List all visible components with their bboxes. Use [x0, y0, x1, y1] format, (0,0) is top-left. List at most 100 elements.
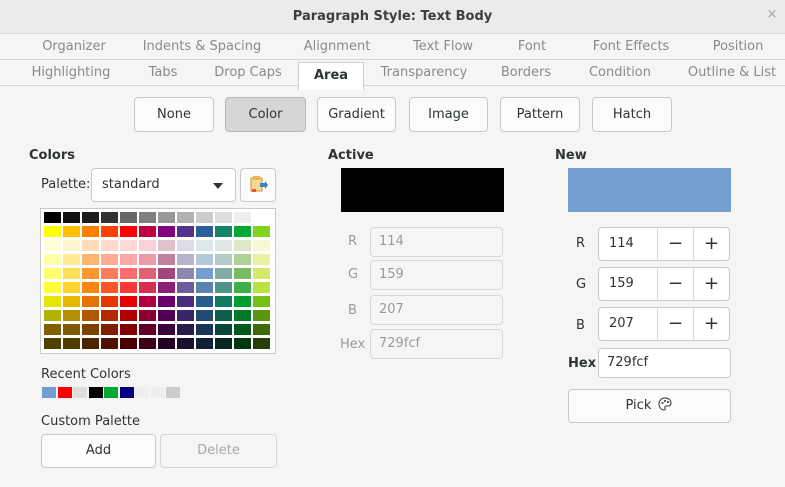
palette-color-swatch[interactable] — [215, 282, 232, 293]
palette-color-swatch[interactable] — [120, 240, 137, 251]
palette-color-swatch[interactable] — [63, 212, 80, 223]
tab-alignment[interactable]: Alignment — [293, 34, 381, 60]
add-button[interactable]: Add — [41, 434, 156, 468]
palette-color-swatch[interactable] — [44, 310, 61, 321]
palette-color-swatch[interactable] — [177, 296, 194, 307]
palette-select[interactable]: standard — [91, 168, 236, 202]
palette-color-swatch[interactable] — [177, 338, 194, 349]
palette-color-swatch[interactable] — [120, 338, 137, 349]
tab-font[interactable]: Font — [503, 34, 561, 60]
fill-hatch-button[interactable]: Hatch — [592, 97, 672, 132]
palette-color-swatch[interactable] — [101, 282, 118, 293]
palette-color-swatch[interactable] — [82, 296, 99, 307]
tab-outline-list[interactable]: Outline & List — [680, 60, 784, 86]
palette-color-swatch[interactable] — [158, 268, 175, 279]
palette-color-swatch[interactable] — [82, 212, 99, 223]
palette-color-swatch[interactable] — [44, 226, 61, 237]
new-r-value[interactable]: 114 — [609, 228, 634, 260]
palette-color-swatch[interactable] — [215, 240, 232, 251]
palette-color-swatch[interactable] — [101, 324, 118, 335]
palette-color-swatch[interactable] — [215, 324, 232, 335]
palette-color-swatch[interactable] — [44, 254, 61, 265]
palette-color-swatch[interactable] — [196, 226, 213, 237]
palette-color-swatch[interactable] — [177, 282, 194, 293]
palette-color-swatch[interactable] — [158, 338, 175, 349]
palette-color-swatch[interactable] — [63, 310, 80, 321]
palette-color-swatch[interactable] — [253, 240, 270, 251]
palette-color-swatch[interactable] — [234, 268, 251, 279]
palette-color-swatch[interactable] — [101, 338, 118, 349]
palette-color-swatch[interactable] — [215, 268, 232, 279]
palette-color-swatch[interactable] — [120, 310, 137, 321]
palette-color-swatch[interactable] — [120, 212, 137, 223]
palette-color-swatch[interactable] — [120, 268, 137, 279]
tab-tabs[interactable]: Tabs — [136, 60, 190, 86]
palette-color-swatch[interactable] — [139, 226, 156, 237]
palette-color-swatch[interactable] — [177, 254, 194, 265]
palette-color-swatch[interactable] — [82, 268, 99, 279]
palette-color-swatch[interactable] — [63, 296, 80, 307]
palette-color-swatch[interactable] — [158, 310, 175, 321]
tab-font-effects[interactable]: Font Effects — [581, 34, 681, 60]
new-r-increment-button[interactable]: + — [693, 228, 729, 260]
palette-color-swatch[interactable] — [196, 212, 213, 223]
palette-color-swatch[interactable] — [44, 338, 61, 349]
palette-color-swatch[interactable] — [139, 240, 156, 251]
palette-color-swatch[interactable] — [215, 226, 232, 237]
palette-color-swatch[interactable] — [101, 296, 118, 307]
palette-color-swatch[interactable] — [215, 310, 232, 321]
recent-color-swatch[interactable] — [119, 387, 134, 398]
palette-color-swatch[interactable] — [253, 282, 270, 293]
palette-color-swatch[interactable] — [63, 338, 80, 349]
palette-color-swatch[interactable] — [177, 212, 194, 223]
new-r-spinbox[interactable]: 114 − + — [598, 227, 730, 261]
tab-text-flow[interactable]: Text Flow — [401, 34, 485, 60]
fill-pattern-button[interactable]: Pattern — [500, 97, 580, 132]
palette-color-swatch[interactable] — [234, 324, 251, 335]
fill-color-button[interactable]: Color — [225, 97, 306, 132]
new-hex-field[interactable]: 729fcf — [598, 348, 731, 378]
palette-color-swatch[interactable] — [120, 226, 137, 237]
palette-color-swatch[interactable] — [253, 254, 270, 265]
palette-color-swatch[interactable] — [177, 240, 194, 251]
palette-color-swatch[interactable] — [158, 212, 175, 223]
palette-color-swatch[interactable] — [82, 226, 99, 237]
palette-color-swatch[interactable] — [253, 268, 270, 279]
recent-color-swatch[interactable] — [135, 387, 149, 398]
palette-color-swatch[interactable] — [63, 268, 80, 279]
palette-color-swatch[interactable] — [234, 310, 251, 321]
palette-color-swatch[interactable] — [101, 240, 118, 251]
pick-button[interactable]: Pick — [568, 389, 731, 423]
palette-color-swatch[interactable] — [82, 240, 99, 251]
palette-color-swatch[interactable] — [177, 310, 194, 321]
palette-color-swatch[interactable] — [196, 254, 213, 265]
palette-color-swatch[interactable] — [120, 282, 137, 293]
palette-color-swatch[interactable] — [139, 310, 156, 321]
palette-color-swatch[interactable] — [158, 240, 175, 251]
palette-color-swatch[interactable] — [101, 268, 118, 279]
tab-drop-caps[interactable]: Drop Caps — [206, 60, 290, 86]
palette-color-swatch[interactable] — [158, 226, 175, 237]
palette-color-swatch[interactable] — [44, 212, 61, 223]
palette-color-swatch[interactable] — [196, 324, 213, 335]
palette-color-swatch[interactable] — [234, 226, 251, 237]
palette-color-swatch[interactable] — [101, 254, 118, 265]
palette-color-swatch[interactable] — [82, 338, 99, 349]
palette-color-swatch[interactable] — [158, 296, 175, 307]
palette-color-swatch[interactable] — [101, 212, 118, 223]
palette-color-swatch[interactable] — [253, 212, 270, 223]
palette-color-swatch[interactable] — [120, 324, 137, 335]
palette-color-swatch[interactable] — [82, 282, 99, 293]
palette-color-swatch[interactable] — [215, 338, 232, 349]
palette-color-swatch[interactable] — [196, 310, 213, 321]
new-b-spinbox[interactable]: 207 − + — [598, 307, 730, 341]
palette-color-swatch[interactable] — [253, 226, 270, 237]
palette-color-swatch[interactable] — [253, 324, 270, 335]
palette-color-swatch[interactable] — [158, 324, 175, 335]
palette-color-swatch[interactable] — [234, 338, 251, 349]
palette-color-swatch[interactable] — [44, 282, 61, 293]
palette-color-swatch[interactable] — [196, 240, 213, 251]
palette-color-swatch[interactable] — [120, 296, 137, 307]
palette-color-swatch[interactable] — [63, 282, 80, 293]
palette-color-swatch[interactable] — [177, 226, 194, 237]
